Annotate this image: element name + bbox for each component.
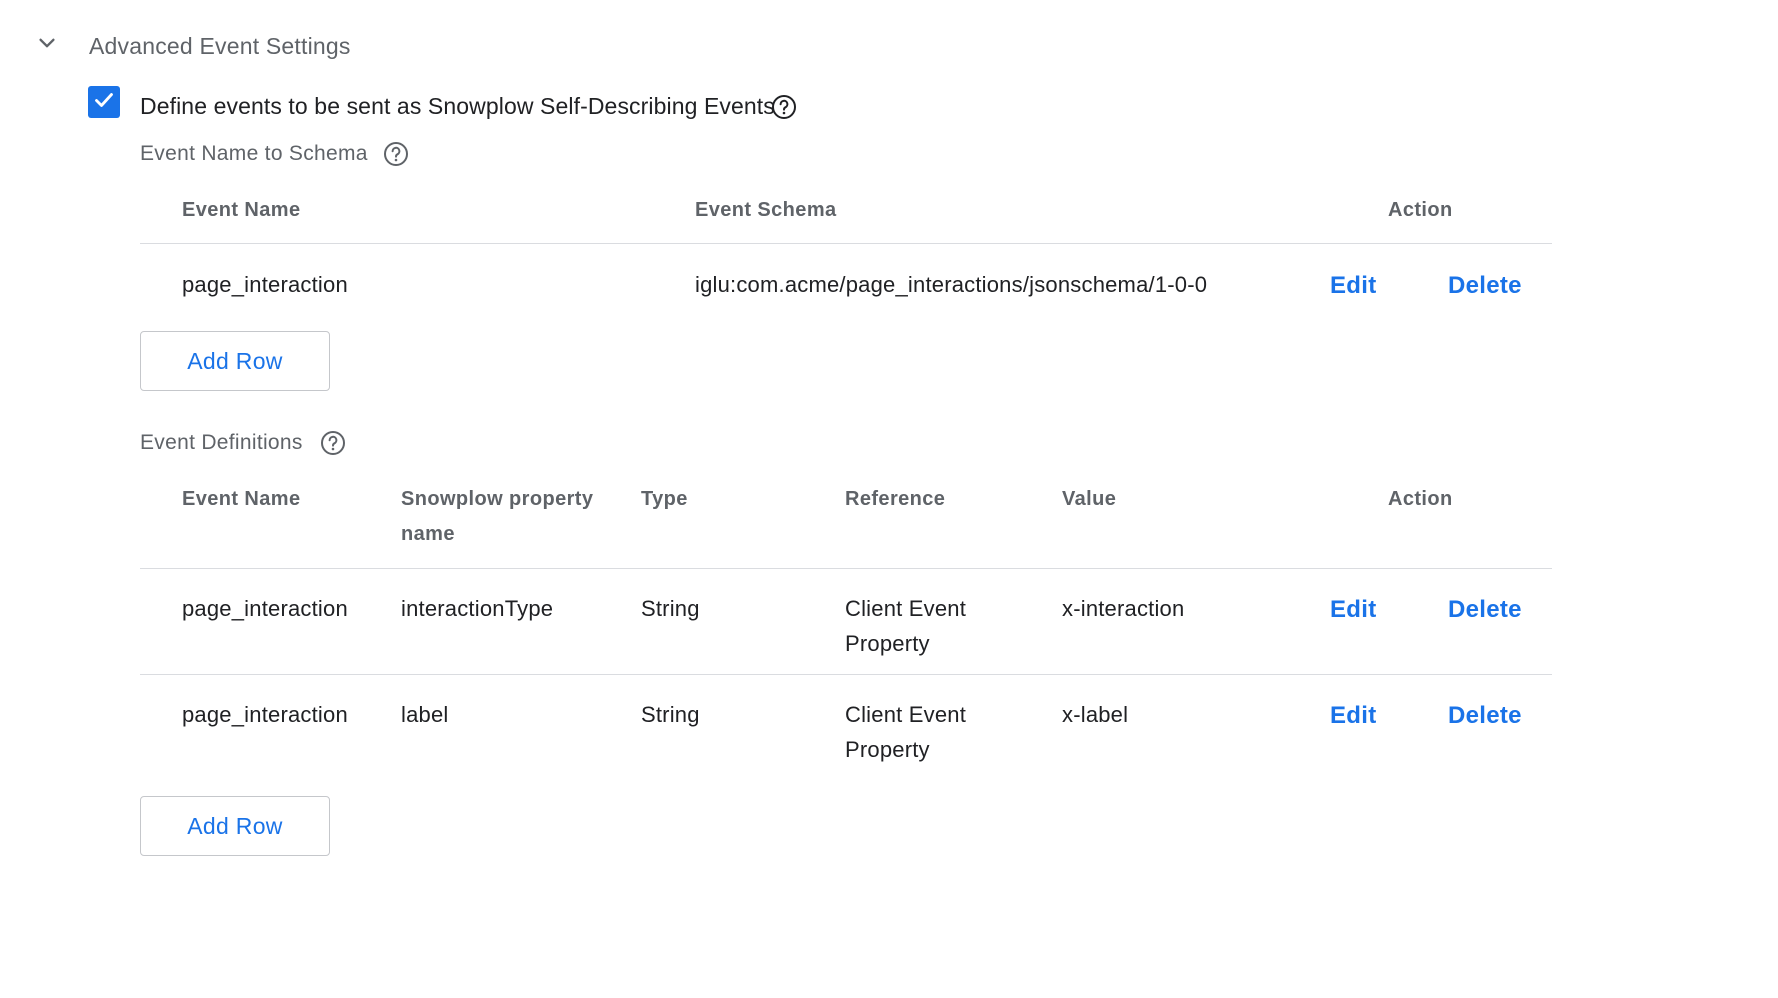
column-header-event-name: Event Name	[182, 199, 301, 221]
table-row: page_interaction interactionType String …	[140, 569, 1552, 674]
edit-button[interactable]: Edit	[1330, 594, 1377, 626]
column-header-event-schema: Event Schema	[695, 199, 837, 221]
table-row: page_interaction iglu:com.acme/page_inte…	[140, 244, 1552, 324]
help-icon[interactable]	[320, 430, 346, 456]
add-row-button[interactable]: Add Row	[140, 796, 330, 856]
delete-button[interactable]: Delete	[1448, 700, 1522, 732]
property-cell: interactionType	[401, 596, 554, 621]
delete-button[interactable]: Delete	[1448, 270, 1522, 302]
delete-button[interactable]: Delete	[1448, 594, 1522, 626]
type-cell: String	[641, 596, 700, 621]
add-row-button[interactable]: Add Row	[140, 331, 330, 391]
reference-line2: Property	[845, 631, 930, 656]
column-header-action: Action	[1388, 199, 1453, 221]
event-name-cell: page_interaction	[182, 702, 348, 727]
definitions-table-label: Event Definitions	[140, 431, 303, 454]
reference-cell: Client Event Property	[845, 591, 966, 661]
help-icon[interactable]	[771, 94, 797, 120]
section-title: Advanced Event Settings	[89, 33, 351, 59]
collapse-section-button[interactable]	[34, 32, 60, 58]
help-icon[interactable]	[383, 141, 409, 167]
event-schema-cell: iglu:com.acme/page_interactions/jsonsche…	[695, 272, 1208, 297]
column-header-value: Value	[1062, 488, 1117, 510]
reference-line1: Client Event	[845, 702, 967, 727]
column-header-snowplow-property-line2: name	[401, 523, 455, 545]
self-describing-label: Define events to be sent as Snowplow Sel…	[140, 93, 775, 119]
column-header-type: Type	[641, 488, 688, 510]
value-cell: x-label	[1062, 702, 1129, 727]
column-header-snowplow-property-line1: Snowplow property	[401, 488, 594, 510]
chevron-down-icon	[36, 32, 58, 59]
column-header-snowplow-property: Snowplow property name	[401, 482, 593, 552]
event-name-cell: page_interaction	[182, 596, 348, 621]
event-name-cell: page_interaction	[182, 272, 348, 297]
property-cell: label	[401, 702, 449, 727]
schema-table-label: Event Name to Schema	[140, 142, 368, 165]
reference-line2: Property	[845, 737, 930, 762]
column-header-reference: Reference	[845, 488, 946, 510]
reference-cell: Client Event Property	[845, 697, 966, 767]
value-cell: x-interaction	[1062, 596, 1185, 621]
check-icon	[92, 88, 116, 117]
reference-line1: Client Event	[845, 596, 967, 621]
edit-button[interactable]: Edit	[1330, 700, 1377, 732]
column-header-event-name: Event Name	[182, 488, 301, 510]
edit-button[interactable]: Edit	[1330, 270, 1377, 302]
column-header-action: Action	[1388, 488, 1453, 510]
table-row: page_interaction label String Client Eve…	[140, 675, 1552, 780]
self-describing-checkbox[interactable]	[88, 86, 120, 118]
type-cell: String	[641, 702, 700, 727]
